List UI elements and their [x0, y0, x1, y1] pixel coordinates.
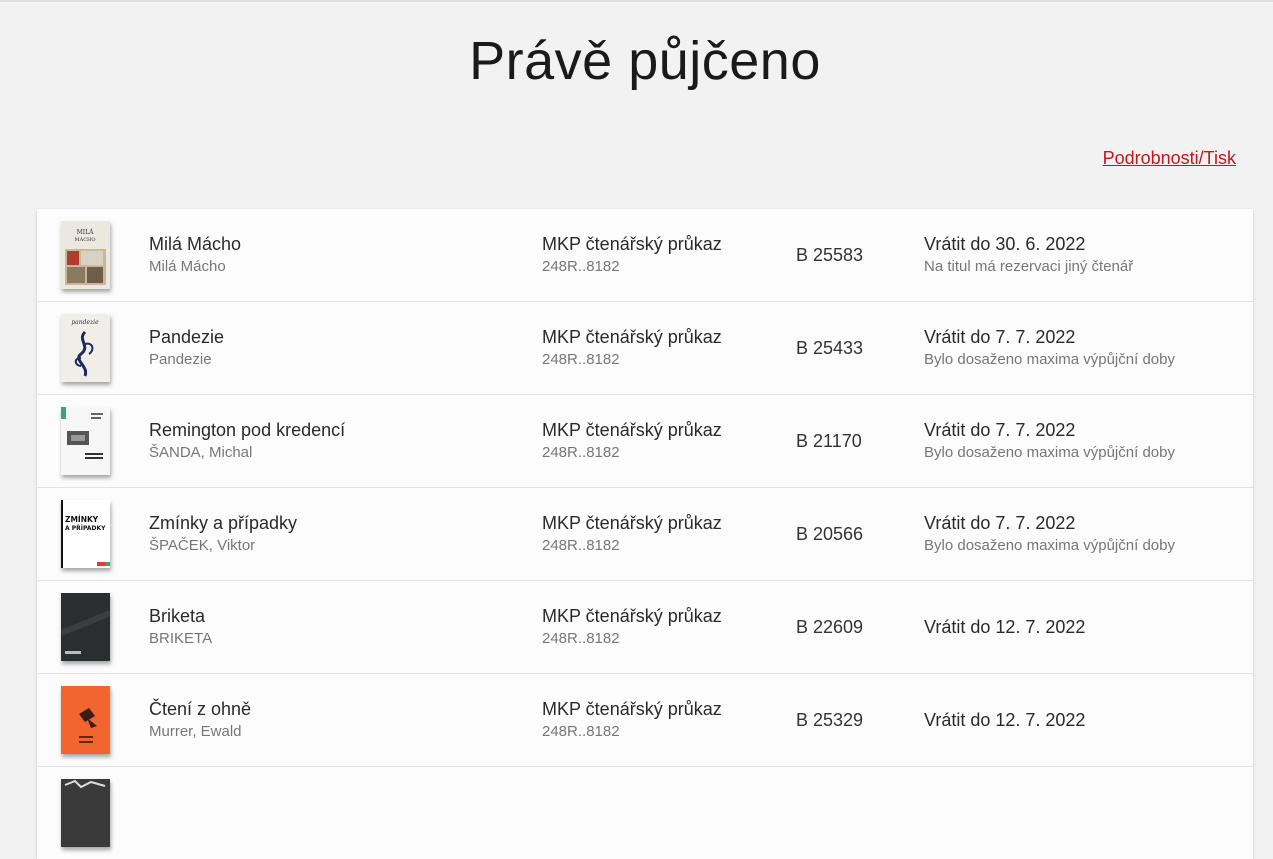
barcode: B 22609: [796, 617, 864, 637]
book-cover[interactable]: [61, 779, 110, 847]
book-author: Milá Mácho: [149, 258, 226, 275]
loan-row[interactable]: Čtení z ohně Murrer, Ewald MKP čtenářský…: [37, 674, 1253, 767]
loan-note: Bylo dosaženo maxima výpůjční doby: [924, 444, 1175, 461]
book-title[interactable]: Milá Mácho: [149, 233, 241, 255]
card-label: MKP čtenářský průkaz: [542, 420, 722, 440]
loan-row[interactable]: pandezie Pandezie Pandezie MKP čtenářský…: [37, 302, 1253, 395]
loan-row[interactable]: ZMÍNKY A PŘÍPADKY Zmínky a případky ŠPAČ…: [37, 488, 1253, 581]
book-cover[interactable]: ZMÍNKY A PŘÍPADKY: [61, 500, 110, 568]
barcode: B 21170: [796, 431, 862, 451]
loan-note: Na titul má rezervaci jiný čtenář: [924, 258, 1134, 275]
book-title[interactable]: Pandezie: [149, 326, 224, 348]
book-author: ŠANDA, Michal: [149, 444, 253, 461]
details-print-link[interactable]: Podrobnosti/Tisk: [1103, 148, 1236, 169]
barcode: B 25433: [796, 338, 864, 358]
card-label: MKP čtenářský průkaz: [542, 606, 722, 626]
card-label: MKP čtenářský průkaz: [542, 513, 722, 533]
svg-text:A PŘÍPADKY: A PŘÍPADKY: [65, 524, 106, 532]
loans-list: MILÁ MÁCHO Milá Mácho Milá Mácho MKP čte…: [37, 209, 1253, 859]
svg-text:ZMÍNKY: ZMÍNKY: [65, 515, 99, 524]
book-cover[interactable]: pandezie: [61, 314, 110, 382]
card-label: MKP čtenářský průkaz: [542, 699, 722, 719]
loan-row[interactable]: Remington pod kredencí ŠANDA, Michal MKP…: [37, 395, 1253, 488]
svg-text:pandezie: pandezie: [71, 319, 99, 326]
loan-note: Bylo dosaženo maxima výpůjční doby: [924, 351, 1175, 368]
loan-row[interactable]: [37, 767, 1253, 859]
due-date: Vrátit do 7. 7. 2022: [924, 513, 1076, 533]
page-title: Právě půjčeno: [469, 31, 821, 91]
due-date: Vrátit do 7. 7. 2022: [924, 327, 1076, 347]
book-title[interactable]: Remington pod kredencí: [149, 419, 345, 441]
card-number: 248R..8182: [542, 444, 620, 461]
loan-note: Bylo dosaženo maxima výpůjční doby: [924, 537, 1175, 554]
book-cover[interactable]: [61, 407, 110, 475]
svg-text:MÁCHO: MÁCHO: [74, 236, 95, 243]
top-border: [0, 0, 1273, 2]
book-author: Pandezie: [149, 351, 212, 368]
card-label: MKP čtenářský průkaz: [542, 327, 722, 347]
card-number: 248R..8182: [542, 258, 620, 275]
card-number: 248R..8182: [542, 630, 620, 647]
book-cover[interactable]: [61, 686, 110, 754]
book-cover[interactable]: [61, 593, 110, 661]
barcode: B 20566: [796, 524, 864, 544]
book-title[interactable]: Čtení z ohně: [149, 698, 251, 720]
due-date: Vrátit do 7. 7. 2022: [924, 420, 1076, 440]
card-number: 248R..8182: [542, 351, 620, 368]
due-date: Vrátit do 30. 6. 2022: [924, 234, 1086, 254]
book-author: Murrer, Ewald: [149, 723, 242, 740]
book-author: BRIKETA: [149, 630, 213, 647]
due-date: Vrátit do 12. 7. 2022: [924, 617, 1086, 637]
card-number: 248R..8182: [542, 723, 620, 740]
due-date: Vrátit do 12. 7. 2022: [924, 710, 1086, 730]
book-author: ŠPAČEK, Viktor: [149, 537, 256, 554]
svg-text:MILÁ: MILÁ: [77, 229, 94, 236]
card-label: MKP čtenářský průkaz: [542, 234, 722, 254]
loan-row[interactable]: MILÁ MÁCHO Milá Mácho Milá Mácho MKP čte…: [37, 209, 1253, 302]
barcode: B 25329: [796, 710, 864, 730]
book-cover[interactable]: MILÁ MÁCHO: [61, 221, 110, 289]
book-title[interactable]: Zmínky a případky: [149, 512, 297, 534]
barcode: B 25583: [796, 245, 864, 265]
loan-row[interactable]: Briketa BRIKETA MKP čtenářský průkaz 248…: [37, 581, 1253, 674]
card-number: 248R..8182: [542, 537, 620, 554]
book-title[interactable]: Briketa: [149, 605, 212, 627]
